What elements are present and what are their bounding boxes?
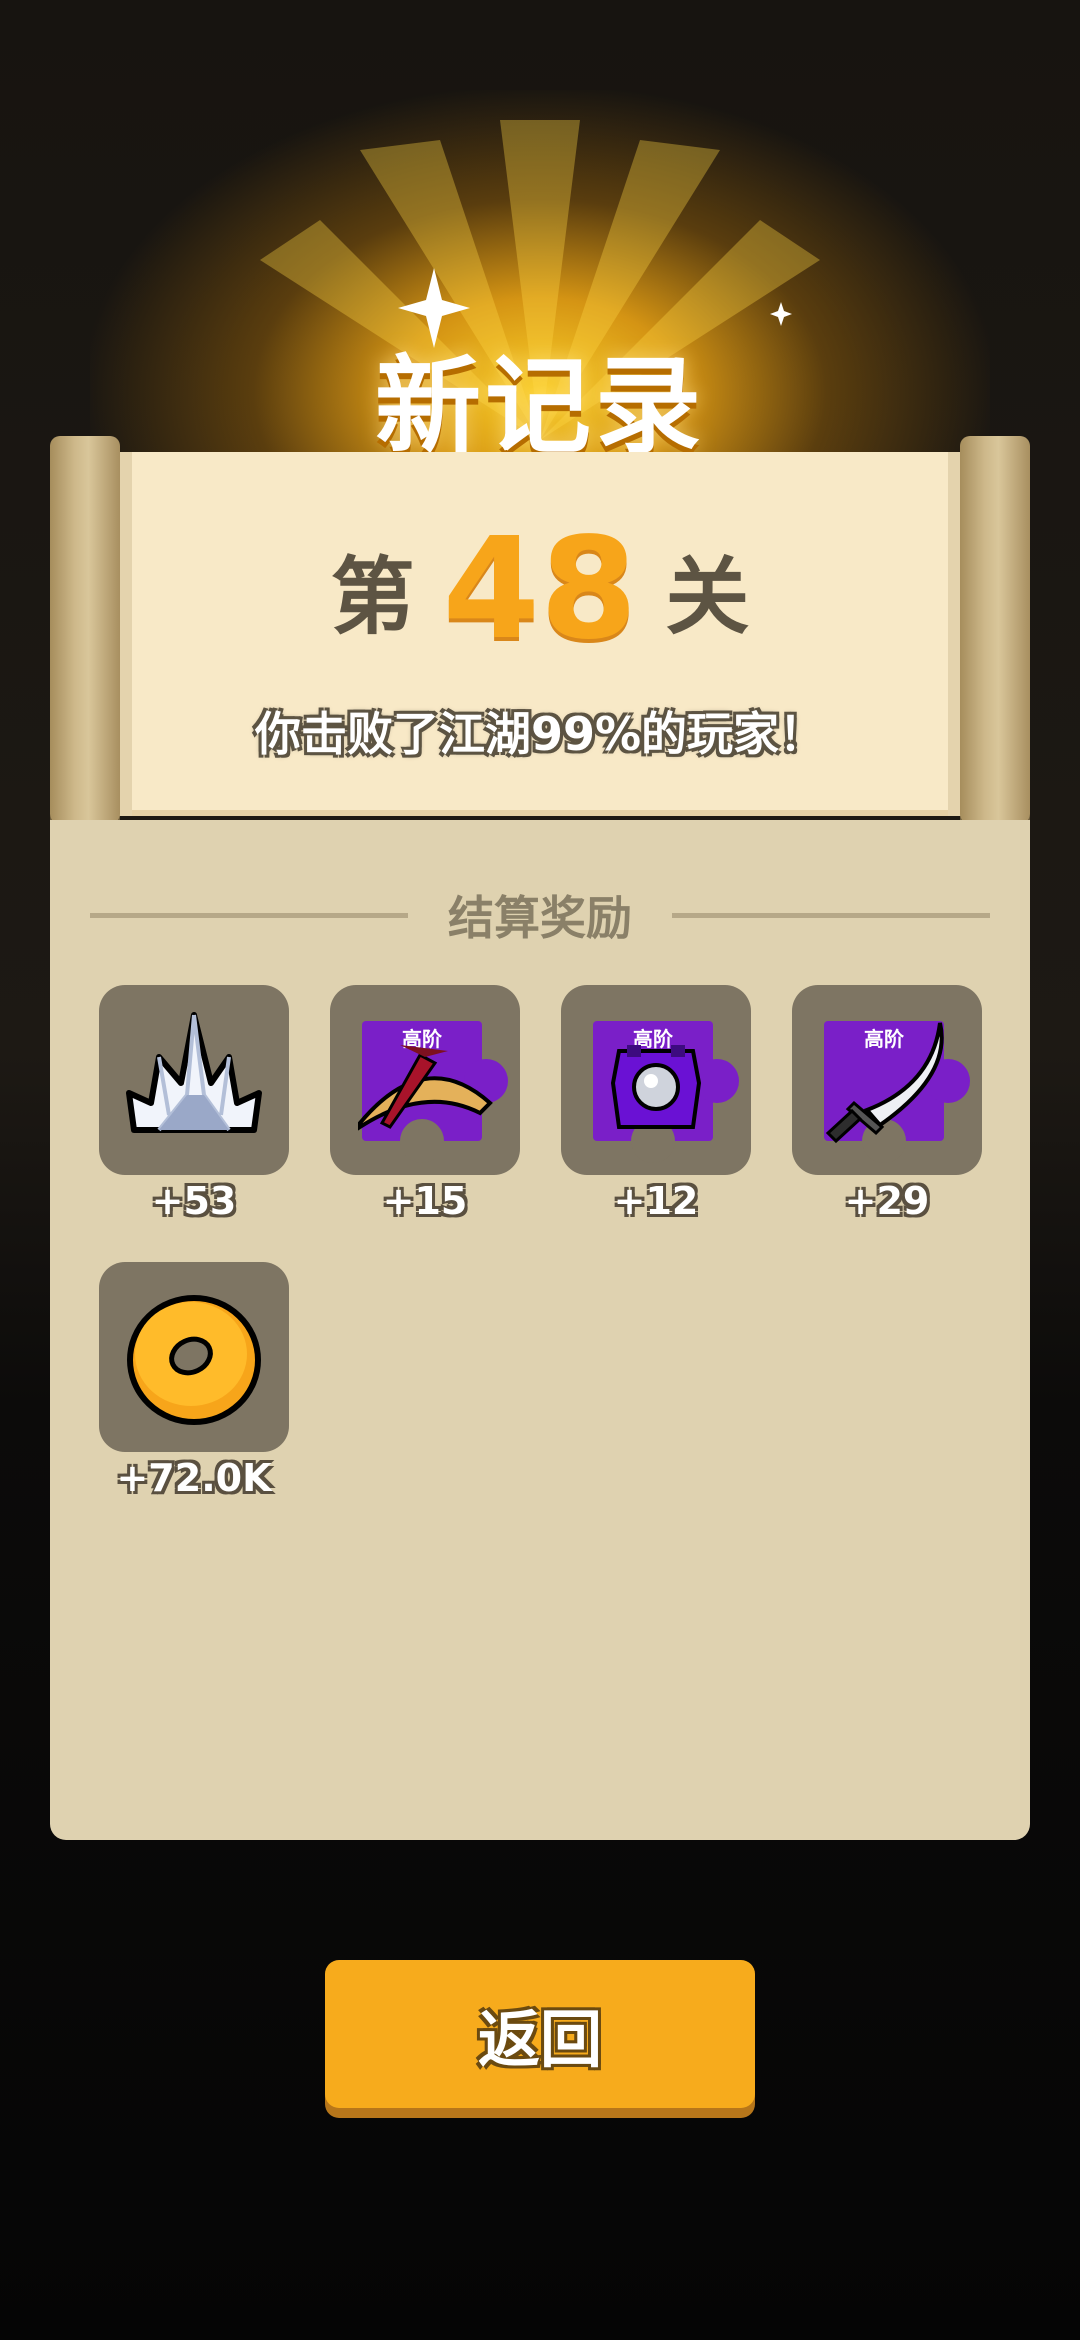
ranking-summary: 你击败了江湖99%的玩家！: [254, 707, 826, 761]
reward-item[interactable]: 高阶 +12: [561, 985, 751, 1223]
divider: [90, 912, 408, 918]
reward-item[interactable]: +72.0K: [99, 1262, 289, 1500]
crystal-icon: [126, 1012, 262, 1133]
level-prefix: 第: [330, 547, 415, 646]
result-screen: 新记录 第 48 关 你击败了江湖99%的玩家！ 结算奖励 +53 高阶 +15…: [0, 0, 1080, 2340]
level-suffix: 关: [665, 547, 750, 646]
divider: [672, 912, 990, 918]
scroll-roller-right: [960, 436, 1030, 824]
rewards-title: 结算奖励: [448, 891, 632, 945]
rewards-panel: 结算奖励 +53 高阶 +15 高阶 +12 高阶 +29 +72.0K: [50, 820, 1030, 1840]
level-number: 48: [442, 508, 638, 671]
reward-slot: 高阶: [330, 985, 520, 1175]
reward-slot: 高阶: [792, 985, 982, 1175]
reward-item[interactable]: 高阶 +15: [330, 985, 520, 1223]
reward-item[interactable]: +53: [99, 985, 289, 1223]
new-record-title: 新记录: [375, 345, 705, 468]
reward-slot: [99, 985, 289, 1175]
gold-coin-icon: [127, 1295, 261, 1425]
straw-hat-icon: [358, 1045, 493, 1131]
reward-quantity: +15: [382, 1179, 468, 1223]
reward-slot: [99, 1262, 289, 1452]
armor-icon: [610, 1045, 702, 1129]
reward-quantity: +53: [151, 1179, 237, 1223]
back-button[interactable]: 返回: [325, 1960, 755, 2108]
level-display: 第 48 关: [110, 520, 970, 660]
reward-slot: 高阶: [561, 985, 751, 1175]
sabre-icon: [825, 1022, 944, 1144]
rewards-header: 结算奖励: [90, 882, 990, 948]
reward-item[interactable]: 高阶 +29: [792, 985, 982, 1223]
reward-quantity: +72.0K: [116, 1456, 272, 1500]
back-button-label: 返回: [477, 2003, 602, 2076]
reward-quantity: +12: [613, 1179, 699, 1223]
reward-quantity: +29: [844, 1179, 930, 1223]
